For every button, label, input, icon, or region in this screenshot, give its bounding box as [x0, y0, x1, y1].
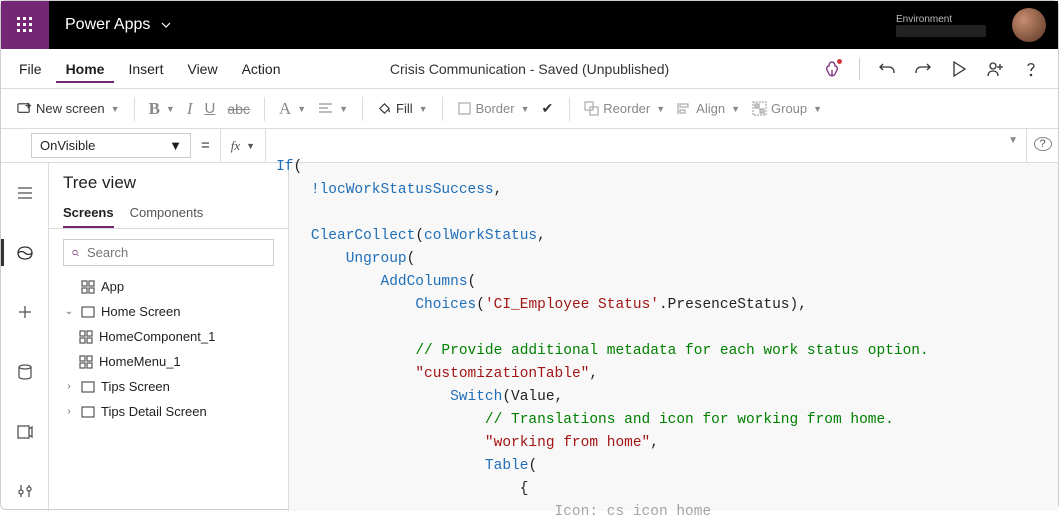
formula-expand-chevron[interactable]: ▼ — [1008, 135, 1018, 146]
avatar[interactable] — [1012, 8, 1046, 42]
reorder-button[interactable]: Reorder▼ — [584, 101, 665, 116]
app-name: Power Apps — [65, 16, 150, 34]
tree-search-box[interactable] — [63, 239, 274, 266]
font-color-button[interactable]: A▼ — [279, 99, 306, 119]
checker-notification-dot — [836, 58, 843, 65]
border-label: Border — [476, 101, 515, 116]
help-button[interactable] — [1022, 60, 1040, 78]
waffle-menu[interactable] — [1, 1, 49, 49]
strikethrough-button[interactable]: abc — [227, 101, 250, 117]
italic-button[interactable]: I — [187, 99, 193, 119]
fill-button[interactable]: Fill▼ — [377, 101, 428, 116]
rail-media[interactable] — [1, 412, 49, 452]
fill-label: Fill — [396, 101, 413, 116]
equals-sign: = — [191, 129, 220, 162]
environment-value — [896, 25, 986, 37]
new-screen-label: New screen — [36, 101, 105, 116]
document-title: Crisis Communication - Saved (Unpublishe… — [390, 61, 669, 77]
property-selector[interactable]: OnVisible ▼ — [31, 133, 191, 158]
property-value: OnVisible — [40, 138, 95, 153]
menu-home[interactable]: Home — [56, 55, 115, 83]
component-icon — [79, 355, 93, 369]
app-checker-icon[interactable] — [823, 60, 841, 78]
fx-button[interactable]: fx▼ — [220, 129, 266, 162]
tree-item-home-menu[interactable]: HomeMenu_1 — [49, 349, 288, 374]
app-name-dropdown[interactable]: Power Apps — [49, 16, 188, 34]
rail-hamburger[interactable] — [1, 173, 49, 213]
tab-screens[interactable]: Screens — [63, 199, 114, 228]
expand-icon[interactable]: ⌄ — [63, 306, 75, 317]
tree-item-tips-detail-screen[interactable]: › Tips Detail Screen — [49, 399, 288, 424]
expand-icon[interactable]: › — [63, 381, 75, 392]
app-icon — [81, 280, 95, 294]
menu-action[interactable]: Action — [232, 55, 291, 83]
rail-data[interactable] — [1, 352, 49, 392]
menu-file[interactable]: File — [9, 55, 52, 83]
menu-insert[interactable]: Insert — [118, 55, 173, 83]
rail-insert[interactable] — [1, 292, 49, 332]
rail-advanced-tools[interactable] — [1, 471, 49, 511]
screen-icon — [81, 405, 95, 419]
toolbar-overflow-button[interactable]: ✔ — [542, 100, 556, 117]
tree-item-app[interactable]: ▸ App — [49, 274, 288, 299]
underline-button[interactable]: U — [205, 100, 216, 117]
component-icon — [79, 330, 93, 344]
redo-button[interactable] — [914, 60, 932, 78]
rail-tree-view[interactable] — [1, 233, 49, 273]
border-button[interactable]: Border▼ — [457, 101, 530, 116]
search-input[interactable] — [85, 244, 265, 261]
play-button[interactable] — [950, 60, 968, 78]
tab-components[interactable]: Components — [130, 199, 204, 228]
chevron-down-icon: ▼ — [169, 138, 182, 153]
expand-icon[interactable]: › — [63, 406, 75, 417]
formula-help-icon[interactable]: ? — [1034, 137, 1052, 151]
text-align-button[interactable]: ▼ — [318, 101, 348, 116]
undo-button[interactable] — [878, 60, 896, 78]
environment-label: Environment — [896, 14, 986, 25]
tree-item-tips-screen[interactable]: › Tips Screen — [49, 374, 288, 399]
environment-picker[interactable]: Environment — [882, 1, 1000, 49]
search-icon — [72, 246, 79, 260]
group-button[interactable]: Group▼ — [752, 101, 822, 116]
menu-view[interactable]: View — [177, 55, 227, 83]
tree-item-home-component[interactable]: HomeComponent_1 — [49, 324, 288, 349]
tree-view-title: Tree view — [49, 163, 288, 197]
formula-editor[interactable]: If( !locWorkStatusSuccess, ClearCollect(… — [266, 129, 984, 528]
align-button[interactable]: Align▼ — [677, 101, 740, 116]
screen-icon — [81, 305, 95, 319]
tree-item-home-screen[interactable]: ⌄ Home Screen — [49, 299, 288, 324]
new-screen-button[interactable]: New screen▼ — [17, 101, 120, 116]
share-button[interactable] — [986, 60, 1004, 78]
bold-button[interactable]: B▼ — [149, 99, 175, 119]
screen-icon — [81, 380, 95, 394]
